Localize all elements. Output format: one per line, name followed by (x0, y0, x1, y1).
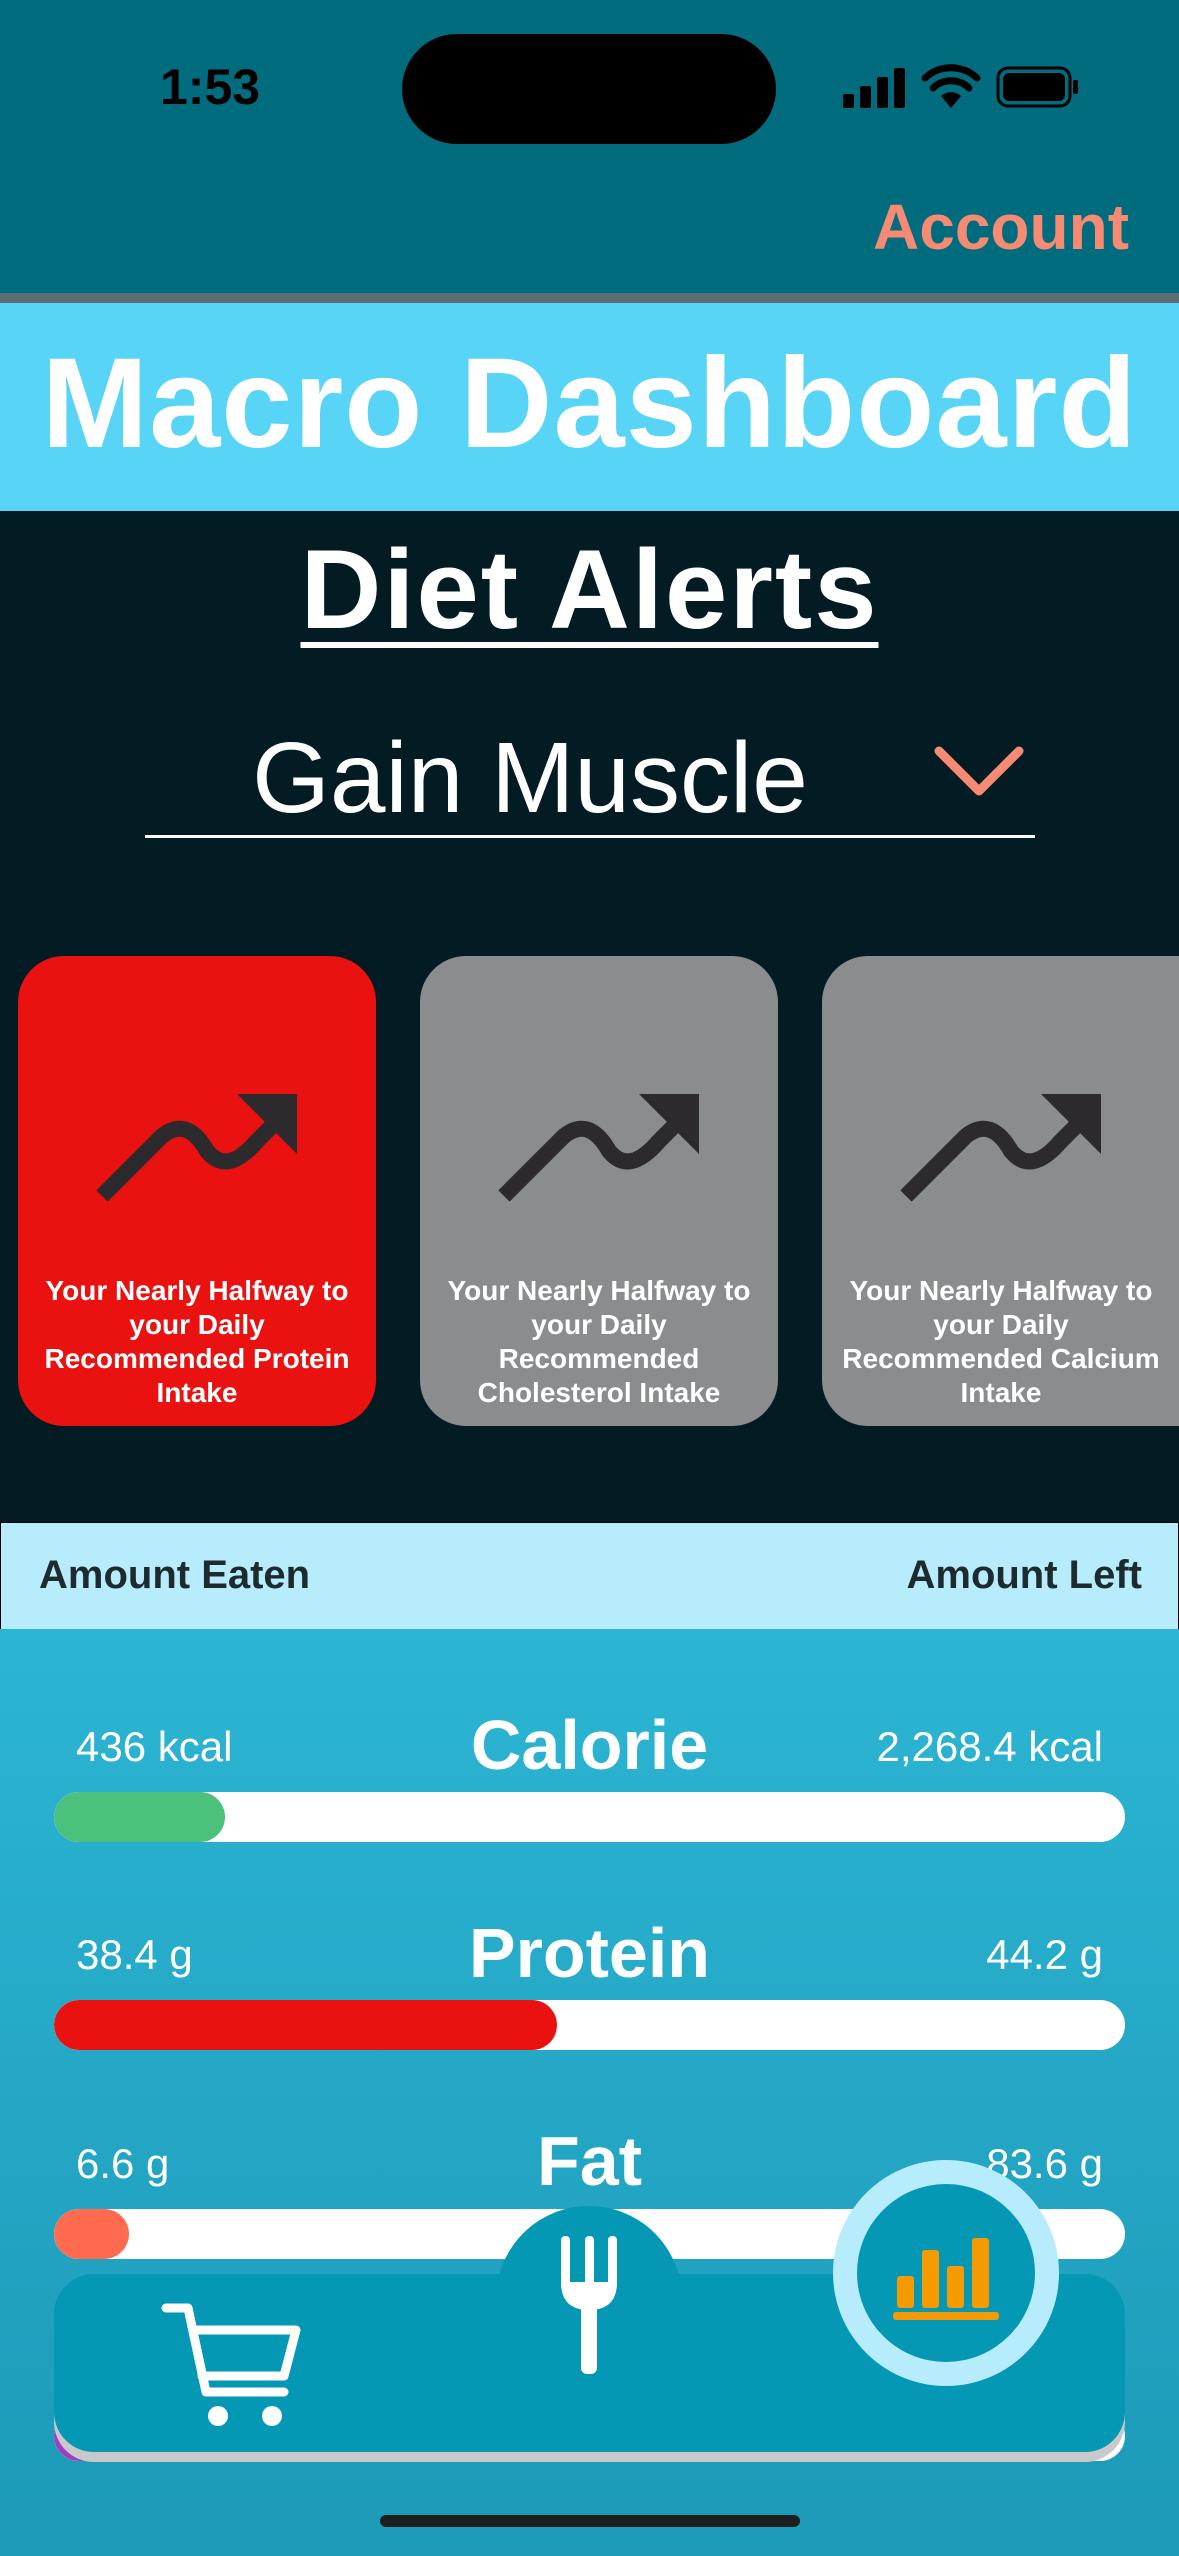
fat-progress-fill (54, 2209, 129, 2259)
header-divider (0, 293, 1179, 303)
home-indicator (380, 2515, 800, 2527)
goal-value: Gain Muscle (252, 722, 808, 834)
page-title: Macro Dashboard (41, 332, 1138, 475)
calorie-progress-bar (54, 1792, 1125, 1842)
protein-progress-bar (54, 2000, 1125, 2050)
alert-card-calcium[interactable]: Your Nearly Halfway to your Daily Recomm… (822, 956, 1179, 1426)
cellular-signal-icon (843, 68, 905, 108)
alert-card-text: Your Nearly Halfway to your Daily Recomm… (842, 1275, 1160, 1408)
calorie-progress-fill (54, 1792, 226, 1842)
alert-card-protein[interactable]: Your Nearly Halfway to your Daily Recomm… (18, 956, 376, 1426)
trending-up-icon (96, 1094, 297, 1202)
account-button[interactable]: Account (873, 190, 1129, 264)
alert-card-text: Your Nearly Halfway to your Daily Recomm… (447, 1275, 751, 1408)
bar-chart-icon (893, 2238, 999, 2320)
protein-progress-fill (54, 2000, 558, 2050)
fork-icon[interactable] (555, 2232, 623, 2376)
cart-icon[interactable] (160, 2300, 306, 2430)
amount-left-label: Amount Left (906, 1553, 1142, 1597)
amounts-header: Amount Eaten Amount Left (0, 1522, 1179, 1630)
chevron-down-icon (934, 746, 1024, 796)
calorie-left: 2,268.4 kcal (876, 1723, 1104, 1770)
dynamic-island (402, 34, 776, 144)
alert-card-cholesterol[interactable]: Your Nearly Halfway to your Daily Recomm… (420, 956, 778, 1426)
alert-card-text: Your Nearly Halfway to your Daily Recomm… (44, 1275, 350, 1408)
wifi-icon (921, 64, 981, 108)
goal-dropdown[interactable]: Gain Muscle (145, 715, 1035, 838)
amount-eaten-label: Amount Eaten (39, 1553, 311, 1597)
trending-up-icon (900, 1094, 1101, 1202)
status-time: 1:53 (160, 59, 261, 115)
diet-alerts-heading: Diet Alerts (300, 527, 879, 652)
battery-icon (996, 66, 1078, 108)
trending-up-icon (498, 1094, 699, 1202)
protein-left: 44.2 g (986, 1931, 1103, 1978)
